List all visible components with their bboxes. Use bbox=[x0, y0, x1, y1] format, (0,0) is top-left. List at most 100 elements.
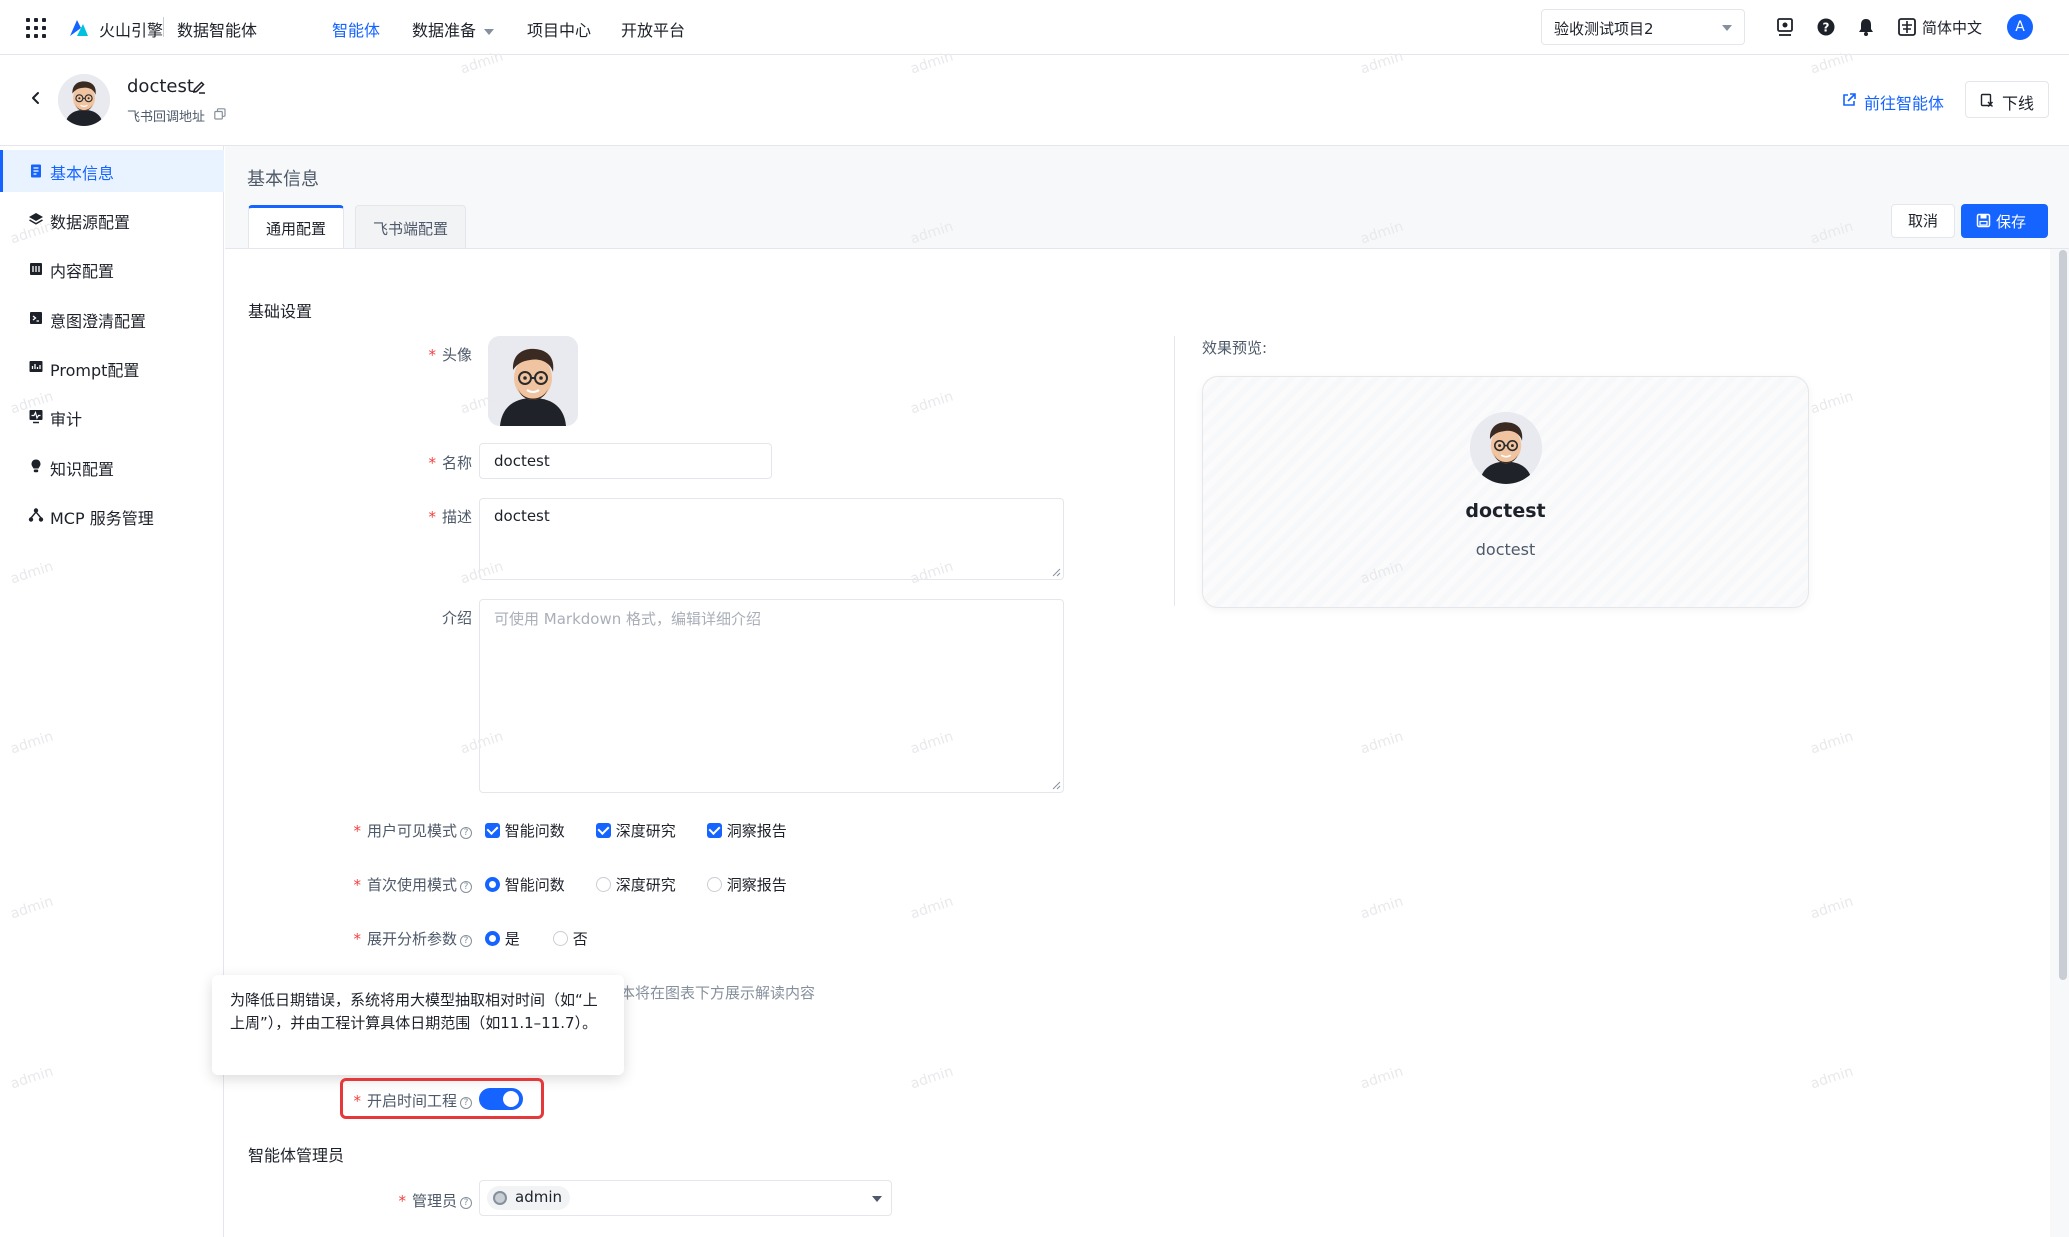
help-icon: ? bbox=[460, 827, 472, 839]
sidebar-item-label: 基本信息 bbox=[50, 164, 115, 183]
cancel-button[interactable]: 取消 bbox=[1891, 204, 1955, 238]
avatar-upload[interactable] bbox=[488, 336, 578, 426]
sidebar-item-label: 意图澄清配置 bbox=[50, 312, 147, 331]
sidebar-item-label: MCP 服务管理 bbox=[50, 509, 154, 528]
first-mode-radio-2[interactable]: 深度研究 bbox=[596, 874, 676, 895]
checkbox-checked-icon bbox=[596, 823, 611, 838]
radio-empty-icon bbox=[596, 877, 611, 892]
highlight-box bbox=[340, 1078, 544, 1119]
radio-empty-icon bbox=[707, 877, 722, 892]
user-avatar[interactable]: A bbox=[2007, 14, 2033, 40]
cartoon-avatar-icon bbox=[1470, 412, 1542, 484]
project-select-value: 验收测试项目2 bbox=[1554, 20, 1654, 38]
visible-mode-check-2[interactable]: 深度研究 bbox=[596, 820, 676, 841]
basic-settings-heading: 基础设置 bbox=[248, 302, 313, 321]
brand-divider bbox=[163, 17, 164, 37]
tab-general-config[interactable]: 通用配置 bbox=[248, 205, 345, 249]
radio-selected-icon bbox=[485, 877, 500, 892]
first-mode-radio-3[interactable]: 洞察报告 bbox=[707, 874, 787, 895]
copy-icon[interactable] bbox=[214, 108, 226, 120]
book-icon bbox=[30, 263, 42, 275]
goto-agent-link[interactable]: 前往智能体 bbox=[1864, 90, 1944, 114]
bulb-icon bbox=[31, 459, 41, 473]
nav-data-prep[interactable]: 数据准备 bbox=[412, 17, 495, 41]
project-select[interactable]: 验收测试项目2 bbox=[1541, 9, 1745, 45]
visible-mode-check-3[interactable]: 洞察报告 bbox=[707, 820, 787, 841]
resize-handle-icon[interactable] bbox=[1051, 567, 1061, 577]
product-name: 数据智能体 bbox=[177, 21, 258, 40]
avatar-label: * 头像 bbox=[428, 346, 472, 364]
sidebar-item-label: 数据源配置 bbox=[50, 213, 131, 232]
chart-icon bbox=[29, 361, 43, 372]
radio-selected-icon bbox=[485, 931, 500, 946]
edit-pencil-icon[interactable] bbox=[191, 79, 207, 95]
user-avatar-icon bbox=[493, 1191, 507, 1205]
offline-button[interactable]: 下线 bbox=[1965, 81, 2049, 118]
desc-label: * 描述 bbox=[428, 508, 472, 526]
volcano-logo-icon bbox=[70, 20, 88, 36]
name-input[interactable]: doctest bbox=[479, 443, 772, 479]
tab-feishu-config[interactable]: 飞书端配置 bbox=[355, 205, 467, 249]
resize-handle-icon[interactable] bbox=[1051, 780, 1061, 790]
desc-textarea[interactable]: doctest bbox=[479, 498, 1064, 580]
intro-textarea[interactable]: 可使用 Markdown 格式，编辑详细介绍 bbox=[479, 599, 1064, 793]
sidebar-item-label: 知识配置 bbox=[50, 460, 115, 479]
feishu-callback-link[interactable]: 飞书回调地址 bbox=[127, 106, 205, 125]
svg-text:?: ? bbox=[1823, 21, 1830, 35]
visible-mode-check-1[interactable]: 智能问数 bbox=[485, 820, 565, 841]
bell-icon[interactable] bbox=[1856, 17, 1876, 37]
cartoon-avatar-icon bbox=[58, 74, 110, 126]
vertical-scrollbar[interactable] bbox=[2059, 250, 2067, 980]
section-title: 基本信息 bbox=[247, 169, 319, 190]
help-icon: ? bbox=[460, 935, 472, 947]
terminal-icon bbox=[30, 312, 42, 324]
language-label[interactable]: 简体中文 bbox=[1922, 17, 1982, 38]
back-arrow-icon[interactable] bbox=[28, 90, 44, 106]
language-icon[interactable] bbox=[1897, 17, 1917, 37]
doc-icon bbox=[31, 164, 41, 178]
radio-empty-icon bbox=[553, 931, 568, 946]
agent-avatar bbox=[58, 74, 110, 126]
admin-label: * 管理员? bbox=[360, 1190, 472, 1211]
nav-open-platform[interactable]: 开放平台 bbox=[621, 17, 685, 41]
save-button[interactable]: 保存 bbox=[1961, 204, 2048, 238]
expand-radio-yes[interactable]: 是 bbox=[485, 928, 520, 949]
sidebar-item-label: 审计 bbox=[50, 410, 83, 429]
sidebar-item-label: Prompt配置 bbox=[50, 361, 140, 380]
checkbox-checked-icon bbox=[707, 823, 722, 838]
preview-label: 效果预览: bbox=[1202, 339, 1268, 357]
chart-interpret-hint: 本将在图表下方展示解读内容 bbox=[620, 984, 816, 1002]
name-label: * 名称 bbox=[428, 454, 472, 472]
expand-radio-no[interactable]: 否 bbox=[553, 928, 588, 949]
intro-label: 介绍 bbox=[441, 609, 472, 627]
preview-desc: doctest bbox=[1475, 540, 1536, 559]
chevron-down-icon[interactable] bbox=[872, 1196, 882, 1202]
expand-params-label: * 展开分析参数? bbox=[300, 928, 472, 949]
help-icon[interactable]: ? bbox=[1816, 17, 1836, 37]
help-icon: ? bbox=[460, 881, 472, 893]
workspace-icon[interactable] bbox=[1775, 17, 1795, 37]
save-icon bbox=[1976, 213, 1991, 228]
cartoon-avatar-icon bbox=[488, 336, 578, 426]
app-grid-icon[interactable] bbox=[26, 18, 46, 38]
brand-name: 火山引擎 bbox=[99, 21, 164, 40]
offline-icon bbox=[1980, 93, 1993, 107]
network-icon bbox=[28, 508, 44, 522]
intro-placeholder: 可使用 Markdown 格式，编辑详细介绍 bbox=[494, 610, 761, 628]
visible-mode-label: * 用户可见模式? bbox=[300, 820, 472, 841]
first-mode-radio-1[interactable]: 智能问数 bbox=[485, 874, 565, 895]
external-link-icon bbox=[1843, 93, 1856, 106]
preview-divider bbox=[1174, 336, 1175, 606]
nav-agent[interactable]: 智能体 bbox=[332, 17, 380, 41]
time-engineering-tooltip: 为降低日期错误，系统将用大模型抽取相对时间（如“上上周”），并由工程计算具体日期… bbox=[212, 975, 624, 1075]
offline-button-label: 下线 bbox=[2002, 94, 2035, 113]
help-icon: ? bbox=[460, 1197, 472, 1209]
monitor-icon bbox=[29, 410, 43, 424]
checkbox-checked-icon bbox=[485, 823, 500, 838]
nav-project-center[interactable]: 项目中心 bbox=[527, 17, 591, 41]
preview-avatar bbox=[1470, 412, 1542, 484]
nav-data-prep-label: 数据准备 bbox=[412, 21, 477, 40]
preview-card bbox=[1202, 376, 1809, 608]
agent-name-title: doctest bbox=[127, 76, 194, 97]
desc-value: doctest bbox=[494, 507, 550, 525]
